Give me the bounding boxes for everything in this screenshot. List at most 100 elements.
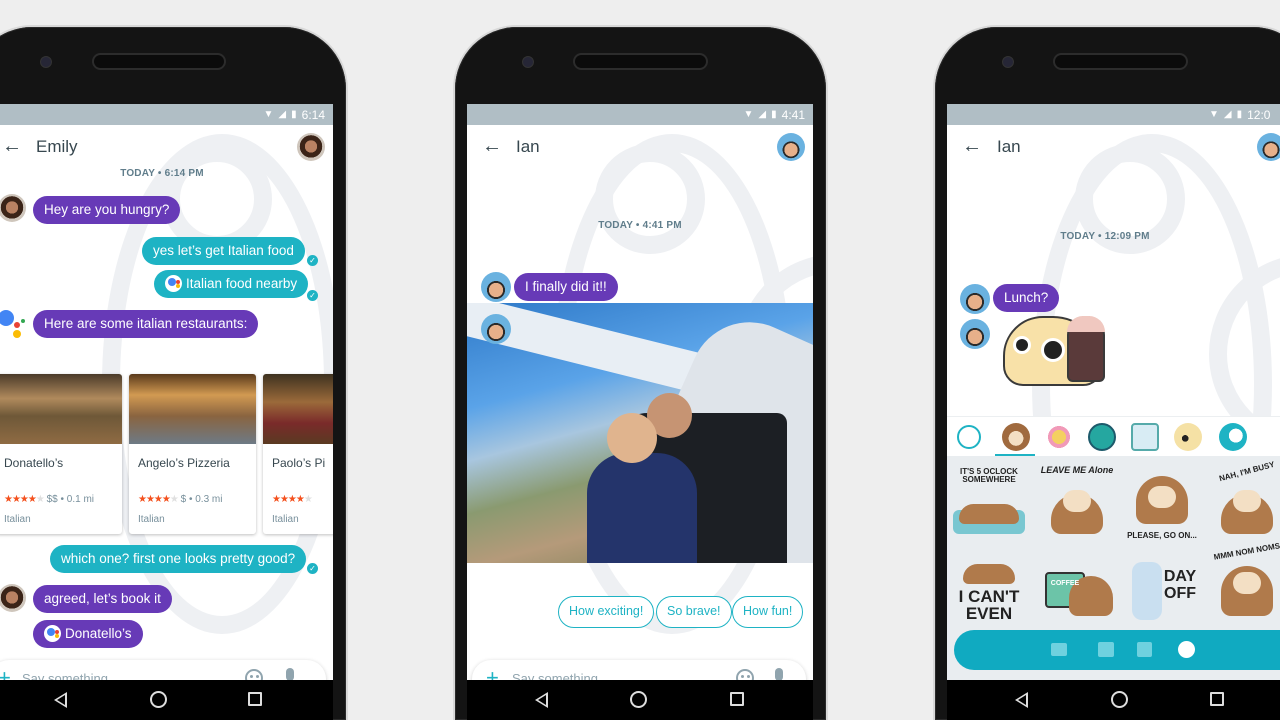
read-receipt-icon: ✓ [307,290,318,301]
restaurant-photo [129,374,256,444]
assistant-query-bubble: Italian food nearby [154,270,309,298]
shared-photo[interactable] [467,303,813,563]
front-camera [40,56,52,68]
restaurant-card[interactable]: Donatello’s ★★★★★ $$ • 0.1 mi Italian [0,374,122,534]
signal-icon: ◢ [278,109,287,120]
restaurant-card[interactable]: Paolo’s Pi ★★★★★ Italian [263,374,333,534]
smart-reply-chip[interactable]: How fun! [732,596,804,628]
sticker[interactable]: I CAN'T EVEN [951,548,1027,624]
gallery-icon[interactable] [1137,642,1152,657]
sticker[interactable]: DAY OFF [1124,548,1200,624]
signal-icon: ◢ [1223,109,1232,120]
phone-ian-sticker-chat: ▼ ◢ ▮ 12:0 ← Ian TODAY • 12:09 PM Lunch? [935,27,1280,720]
front-camera [1002,56,1014,68]
contact-avatar[interactable] [1257,133,1280,161]
nav-home-icon[interactable] [150,691,167,708]
restaurant-name: Donatello’s [4,456,64,470]
phone-emily-chat: ▼ ◢ ▮ 6:14 ← Emily TODAY • 6:14 PM Hey a… [0,27,346,720]
sticker[interactable]: NAH, I'M BUSY [1209,460,1280,542]
sticker-icon[interactable] [1178,641,1195,658]
restaurant-meta: ★★★★★ $$ • 0.1 mi [4,494,94,505]
restaurant-name: Paolo’s Pi [272,456,326,470]
message-bubble: I finally did it!! [514,273,618,301]
nav-recents-icon[interactable] [1210,692,1224,706]
sender-avatar [481,314,511,344]
earpiece-speaker [575,55,706,68]
battery-icon: ▮ [291,109,297,120]
nav-home-icon[interactable] [630,691,647,708]
earpiece-speaker [94,55,224,68]
status-bar: ▼ ◢ ▮ 12:0 [947,104,1280,125]
app-bar: ← Emily [0,125,333,171]
robot-pack-tab[interactable] [1131,423,1159,451]
nav-recents-icon[interactable] [248,692,262,706]
contact-avatar[interactable] [297,133,325,161]
android-nav-bar [467,680,813,720]
read-receipt-icon: ✓ [307,563,318,574]
message-bubble: which one? first one looks pretty good? [50,545,307,573]
contact-name: Ian [516,137,540,156]
wifi-icon: ▼ [743,109,754,120]
signal-icon: ◢ [758,109,767,120]
smart-reply-chip[interactable]: So brave! [656,596,732,628]
sticker-pack-tabs [947,416,1280,457]
phone-ian-photo-chat: ▼ ◢ ▮ 4:41 ← Ian TODAY • 4:41 PM I final… [455,27,826,720]
star-rating: ★★★★★ [138,494,179,505]
status-bar: ▼ ◢ ▮ 4:41 [467,104,813,125]
message-text: Italian food nearby [186,276,298,291]
smart-reply-chip[interactable]: How exciting! [558,596,655,628]
sticker[interactable]: PLEASE, GO ON... [1124,466,1200,542]
sticker[interactable]: COFFEE [1039,548,1115,624]
sticker[interactable]: IT'S 5 OCLOCK SOMEWHERE [951,466,1027,542]
sloth-pack-tab[interactable] [1002,423,1030,451]
sender-avatar [960,319,990,349]
monster-pack-tab[interactable] [1088,423,1116,451]
sticker[interactable]: LEAVE ME Alone [1039,466,1115,542]
restaurant-card[interactable]: Angelo’s Pizzeria ★★★★★ $ • 0.3 mi Itali… [129,374,256,534]
back-arrow-icon[interactable]: ← [2,135,22,158]
earpiece-speaker [1055,55,1186,68]
app-bar: ← Ian [467,125,813,171]
price-distance: $$ • 0.1 mi [46,494,95,505]
sticker-grid: IT'S 5 OCLOCK SOMEWHERE LEAVE ME Alone P… [947,456,1280,680]
nav-back-icon[interactable] [54,692,67,708]
nav-back-icon[interactable] [1015,692,1028,708]
add-sticker-pack-icon[interactable] [1219,423,1247,451]
read-receipt-icon: ✓ [307,255,318,266]
status-time: 12:0 [1247,107,1271,122]
camera-icon[interactable] [1098,642,1114,657]
app-bar: ← Ian [947,125,1280,171]
dog-pack-tab[interactable] [1045,423,1073,451]
screen: ▼ ◢ ▮ 4:41 ← Ian TODAY • 4:41 PM I final… [467,104,813,720]
message-bubble: yes let’s get Italian food [142,237,305,265]
status-bar: ▼ ◢ ▮ 6:14 [0,104,333,125]
nav-back-icon[interactable] [535,692,548,708]
sender-avatar [0,194,26,222]
restaurant-photo [263,374,333,444]
screen: ▼ ◢ ▮ 12:0 ← Ian TODAY • 12:09 PM Lunch? [947,104,1280,720]
back-arrow-icon[interactable]: ← [482,135,502,158]
contact-name: Emily [36,137,78,156]
conversation-timestamp: TODAY • 12:09 PM [1060,231,1150,242]
screen: ▼ ◢ ▮ 6:14 ← Emily TODAY • 6:14 PM Hey a… [0,104,333,720]
conversation-timestamp: TODAY • 6:14 PM [120,168,204,179]
restaurant-category: Italian [138,514,165,525]
taco-sticker[interactable] [1003,306,1107,391]
conversation-timestamp: TODAY • 4:41 PM [598,220,682,231]
assistant-result-bubble: Donatello’s [33,620,143,648]
google-assistant-icon [44,625,61,642]
restaurant-category: Italian [4,514,31,525]
input-mode-bar [954,630,1280,670]
star-rating: ★★★★★ [272,494,313,505]
sticker[interactable]: MMM NOM NOMS [1209,541,1280,624]
recent-stickers-tab[interactable] [957,425,981,449]
restaurant-meta: ★★★★★ [272,494,313,505]
keyboard-icon[interactable] [1051,643,1067,656]
contact-avatar[interactable] [777,133,805,161]
google-assistant-logo-icon [0,310,26,338]
android-nav-bar [947,680,1280,720]
back-arrow-icon[interactable]: ← [962,135,982,158]
nav-home-icon[interactable] [1111,691,1128,708]
taco-pack-tab[interactable] [1174,423,1202,451]
nav-recents-icon[interactable] [730,692,744,706]
